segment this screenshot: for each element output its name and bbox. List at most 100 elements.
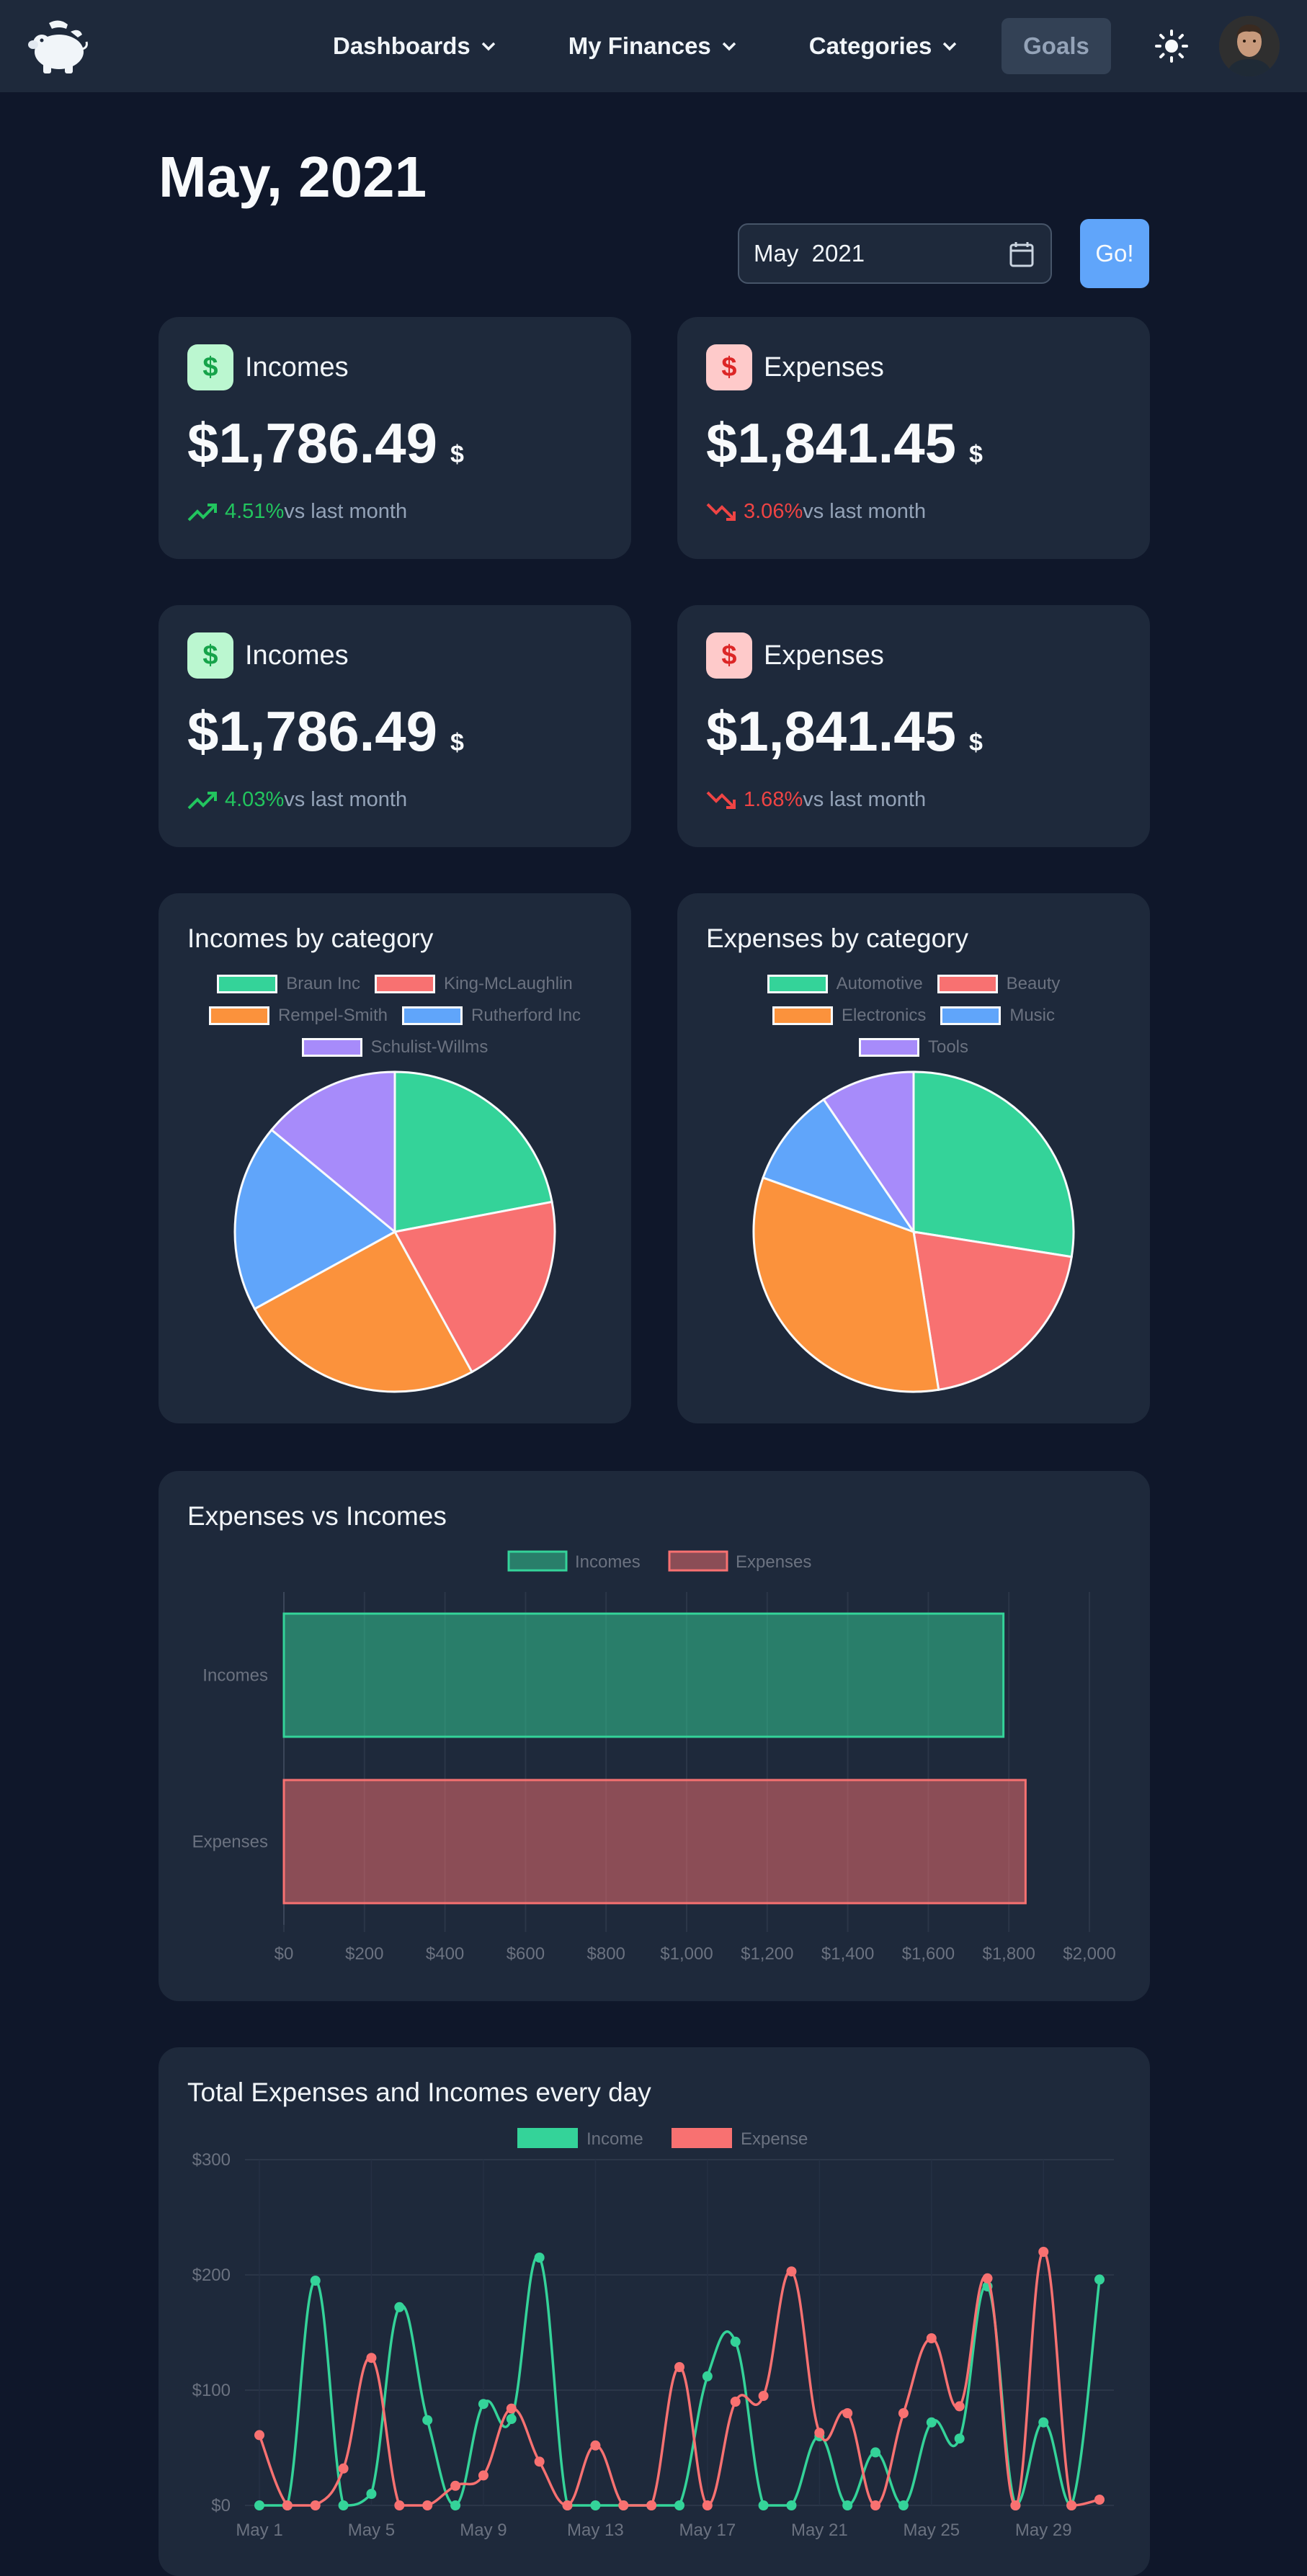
- data-point-income[interactable]: [422, 2415, 433, 2425]
- x-tick-label: $600: [507, 1944, 545, 1964]
- stat-currency: $: [450, 441, 464, 468]
- dollar-icon: $: [706, 632, 752, 679]
- nav-categories[interactable]: Categories: [793, 18, 974, 74]
- data-point-income[interactable]: [730, 2336, 741, 2347]
- month-picker-input[interactable]: May 2021: [738, 223, 1052, 284]
- data-point-expense[interactable]: [842, 2408, 853, 2418]
- stat-card-header: $ Incomes: [187, 344, 349, 390]
- expenses-vs-incomes-card: Expenses vs Incomes Incomes Expenses $0 $20…: [159, 1471, 1150, 2001]
- data-point-income[interactable]: [702, 2371, 713, 2382]
- data-point-expense[interactable]: [506, 2403, 517, 2414]
- data-point-income[interactable]: [366, 2489, 377, 2499]
- data-point-expense[interactable]: [590, 2440, 601, 2451]
- user-avatar[interactable]: [1219, 16, 1280, 76]
- data-point-expense[interactable]: [366, 2353, 377, 2363]
- data-point-income[interactable]: [758, 2500, 769, 2510]
- data-point-expense[interactable]: [926, 2333, 937, 2343]
- data-point-income[interactable]: [506, 2414, 517, 2424]
- data-point-income[interactable]: [870, 2447, 881, 2458]
- data-point-income[interactable]: [1094, 2274, 1105, 2285]
- data-point-income[interactable]: [786, 2500, 797, 2510]
- data-point-income[interactable]: [254, 2500, 264, 2510]
- data-point-income[interactable]: [394, 2302, 405, 2312]
- nav-goals-button[interactable]: Goals: [1002, 18, 1111, 74]
- stat-change-compare: vs last month: [803, 788, 927, 811]
- stat-change-percent: 4.03%: [225, 788, 285, 811]
- stat-label: Incomes: [245, 640, 349, 671]
- legend-swatch: [672, 2128, 732, 2148]
- stat-value: $1,786.49 $: [187, 411, 464, 476]
- data-point-income[interactable]: [590, 2500, 601, 2510]
- stat-change-compare: vs last month: [803, 500, 927, 523]
- legend-item[interactable]: Expense: [672, 2128, 808, 2149]
- data-point-expense[interactable]: [1066, 2500, 1077, 2510]
- data-point-expense[interactable]: [394, 2500, 405, 2510]
- data-point-expense[interactable]: [982, 2273, 993, 2284]
- data-point-expense[interactable]: [730, 2397, 741, 2407]
- data-point-expense[interactable]: [1094, 2495, 1105, 2505]
- go-button[interactable]: Go!: [1080, 219, 1149, 288]
- nav-dashboards[interactable]: Dashboards: [317, 18, 512, 74]
- data-point-income[interactable]: [338, 2500, 349, 2510]
- data-point-expense[interactable]: [786, 2266, 797, 2277]
- legend-item[interactable]: Income: [517, 2128, 643, 2149]
- x-tick-label: $1,200: [741, 1944, 793, 1964]
- data-point-expense[interactable]: [422, 2500, 433, 2510]
- legend-swatch: [507, 1550, 568, 1572]
- data-point-expense[interactable]: [282, 2500, 293, 2510]
- x-tick-label: $400: [426, 1944, 464, 1964]
- nav-my-finances[interactable]: My Finances: [553, 18, 753, 74]
- data-point-expense[interactable]: [618, 2500, 629, 2510]
- data-point-expense[interactable]: [450, 2480, 461, 2491]
- data-point-expense[interactable]: [646, 2500, 657, 2510]
- sun-icon[interactable]: [1154, 29, 1189, 63]
- stat-change: 4.03% vs last month: [187, 788, 407, 812]
- data-point-expense[interactable]: [254, 2430, 264, 2441]
- data-point-expense[interactable]: [310, 2500, 321, 2510]
- data-point-income[interactable]: [842, 2500, 853, 2510]
- data-point-income[interactable]: [898, 2500, 909, 2510]
- x-tick-label: May 17: [679, 2521, 736, 2540]
- chart-legend: Incomes Expenses: [507, 1550, 811, 1572]
- bar-expenses[interactable]: [282, 1779, 1027, 1905]
- data-point-income[interactable]: [450, 2500, 461, 2510]
- stat-amount: $1,841.45: [706, 699, 957, 763]
- x-tick-label: $1,400: [821, 1944, 874, 1964]
- data-point-expense[interactable]: [1010, 2500, 1021, 2510]
- legend-item[interactable]: Expenses: [668, 1550, 811, 1572]
- data-point-expense[interactable]: [534, 2456, 545, 2467]
- stat-currency: $: [969, 729, 983, 756]
- data-point-expense[interactable]: [954, 2401, 965, 2412]
- data-point-expense[interactable]: [814, 2428, 825, 2438]
- stat-change-percent: 3.06%: [744, 500, 803, 523]
- data-point-expense[interactable]: [898, 2408, 909, 2418]
- data-point-income[interactable]: [534, 2253, 545, 2263]
- pie-slice[interactable]: [912, 1070, 1075, 1258]
- data-point-expense[interactable]: [758, 2391, 769, 2401]
- data-point-income[interactable]: [478, 2399, 489, 2410]
- data-point-expense[interactable]: [562, 2500, 573, 2510]
- piggy-bank-logo-icon[interactable]: [27, 17, 89, 75]
- data-point-expense[interactable]: [478, 2470, 489, 2481]
- data-point-expense[interactable]: [674, 2362, 684, 2372]
- data-point-expense[interactable]: [338, 2463, 349, 2474]
- stat-value: $1,841.45 $: [706, 411, 983, 476]
- legend-label: Expense: [741, 2129, 808, 2149]
- legend-item[interactable]: Incomes: [507, 1550, 641, 1572]
- data-point-income[interactable]: [1038, 2417, 1049, 2428]
- data-point-income[interactable]: [954, 2433, 965, 2444]
- x-tick-label: May 9: [460, 2521, 507, 2540]
- data-point-expense[interactable]: [870, 2500, 881, 2510]
- data-point-income[interactable]: [310, 2276, 321, 2286]
- calendar-icon[interactable]: [1009, 241, 1035, 268]
- data-point-expense[interactable]: [1038, 2247, 1049, 2257]
- data-point-expense[interactable]: [702, 2500, 713, 2510]
- trending-up-icon: [187, 791, 217, 809]
- data-point-income[interactable]: [926, 2417, 937, 2428]
- legend-label: Expenses: [736, 1552, 811, 1572]
- legend-label: Incomes: [575, 1552, 641, 1572]
- x-tick-label: $1,000: [660, 1944, 713, 1964]
- pie-slice[interactable]: [912, 1230, 1073, 1391]
- data-point-income[interactable]: [674, 2500, 684, 2510]
- bar-incomes[interactable]: [282, 1612, 1005, 1738]
